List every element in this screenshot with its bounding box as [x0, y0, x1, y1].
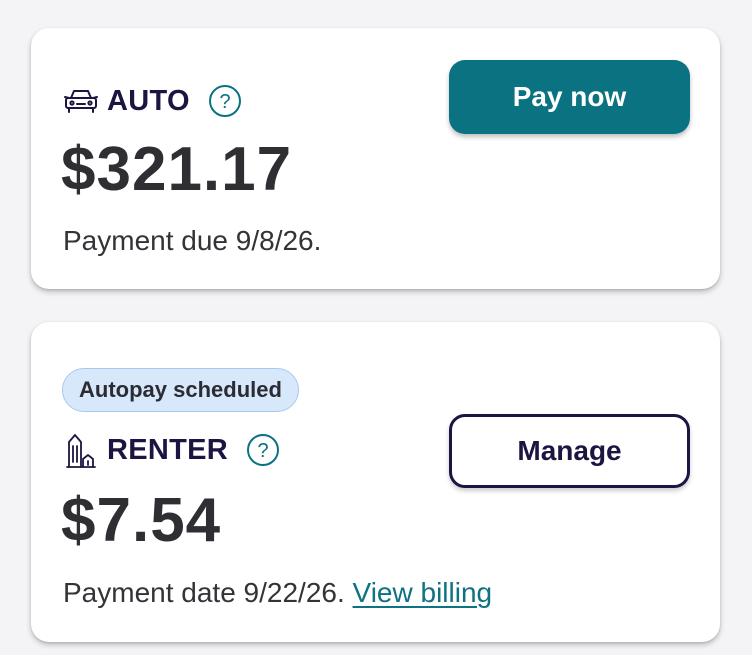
svg-text:?: ? [257, 440, 268, 462]
view-billing-link[interactable]: View billing [353, 577, 493, 608]
auto-product-row: AUTO ? [63, 83, 242, 119]
payment-date-row: Payment date 9/22/26. View billing [63, 577, 492, 609]
manage-button[interactable]: Manage [449, 414, 690, 488]
auto-policy-card: AUTO ? $321.17 Payment due 9/8/26. Pay n… [31, 28, 720, 289]
payment-date-text: Payment date 9/22/26. [63, 577, 345, 608]
product-name: AUTO [107, 84, 190, 117]
question-circle-icon[interactable]: ? [208, 84, 242, 118]
renter-product-row: RENTER ? [63, 432, 280, 468]
autopay-status-badge: Autopay scheduled [62, 368, 299, 412]
building-icon [63, 432, 99, 468]
amount-due: $321.17 [61, 135, 293, 204]
svg-text:?: ? [219, 91, 230, 113]
amount-due: $7.54 [61, 486, 222, 555]
question-circle-icon[interactable]: ? [246, 433, 280, 467]
pay-now-button[interactable]: Pay now [449, 60, 690, 134]
car-icon [63, 83, 99, 119]
product-name: RENTER [107, 433, 229, 466]
renter-policy-card: Autopay scheduled RENTER ? $7.54 Payment… [31, 322, 720, 642]
payment-due-text: Payment due 9/8/26. [63, 225, 322, 256]
